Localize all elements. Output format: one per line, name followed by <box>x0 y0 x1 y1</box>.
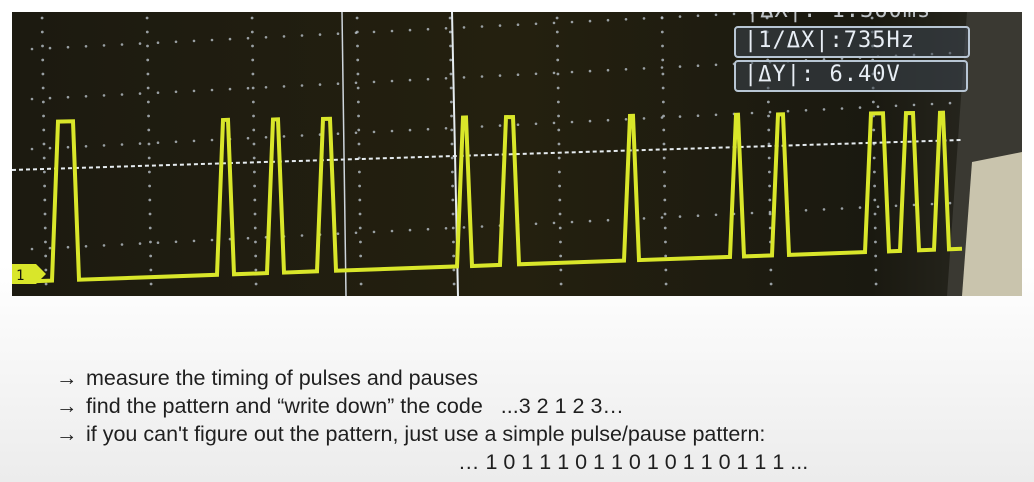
bullet-item: → find the pattern and “write down” the c… <box>56 392 1016 420</box>
oscilloscope-photo: 1 |ΔX|: 1.360ms |1/ΔX|:735Hz |ΔY|: 6.40V <box>12 12 1022 296</box>
bullet-text: find the pattern and “write down” the co… <box>86 394 483 418</box>
timing-code: ...3 2 1 2 3… <box>500 394 624 418</box>
bullet-text: if you can't figure out the pattern, jus… <box>86 422 766 446</box>
inv-delta-x-readout: |1/ΔX|:735Hz <box>744 28 915 53</box>
delta-y-readout: |ΔY|: 6.40V <box>744 62 901 87</box>
delta-x-readout: |ΔX|: 1.360ms <box>746 12 931 23</box>
arrow-icon: → <box>56 422 78 446</box>
pulse-pause-sequence: … 1 0 1 1 1 0 1 1 0 1 0 1 1 0 1 1 1 ... <box>458 450 809 474</box>
bullet-item: → measure the timing of pulses and pauses <box>56 364 1016 392</box>
arrow-icon: → <box>56 394 78 418</box>
channel-number: 1 <box>16 268 24 284</box>
bullet-text: measure the timing of pulses and pauses <box>86 366 479 390</box>
bullet-item: → if you can't figure out the pattern, ju… <box>56 420 1016 448</box>
bullet-list: → measure the timing of pulses and pauses… <box>56 364 1016 476</box>
arrow-icon: → <box>56 366 78 390</box>
